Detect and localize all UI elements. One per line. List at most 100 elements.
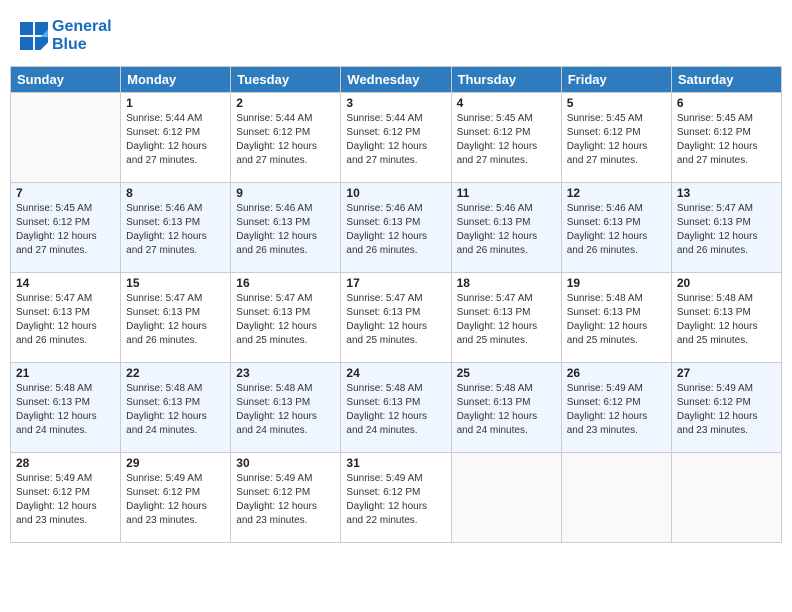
day-info: Sunrise: 5:46 AM Sunset: 6:13 PM Dayligh… xyxy=(567,202,666,258)
calendar-day-cell: 24 Sunrise: 5:48 AM Sunset: 6:13 PM Dayli… xyxy=(341,363,451,453)
calendar-day-cell: 2 Sunrise: 5:44 AM Sunset: 6:12 PM Daylig… xyxy=(231,93,341,183)
calendar-week-row: 21 Sunrise: 5:48 AM Sunset: 6:13 PM Dayli… xyxy=(11,363,782,453)
calendar-week-row: 28 Sunrise: 5:49 AM Sunset: 6:12 PM Dayli… xyxy=(11,453,782,543)
calendar-week-row: 14 Sunrise: 5:47 AM Sunset: 6:13 PM Dayli… xyxy=(11,273,782,363)
calendar-day-cell: 25 Sunrise: 5:48 AM Sunset: 6:13 PM Dayli… xyxy=(451,363,561,453)
calendar-day-cell: 12 Sunrise: 5:46 AM Sunset: 6:13 PM Dayli… xyxy=(561,183,671,273)
calendar-day-cell: 14 Sunrise: 5:47 AM Sunset: 6:13 PM Dayli… xyxy=(11,273,121,363)
day-info: Sunrise: 5:46 AM Sunset: 6:13 PM Dayligh… xyxy=(236,202,335,258)
day-info: Sunrise: 5:45 AM Sunset: 6:12 PM Dayligh… xyxy=(677,112,776,168)
day-number: 12 xyxy=(567,186,666,200)
day-number: 10 xyxy=(346,186,445,200)
day-number: 26 xyxy=(567,366,666,380)
calendar-day-cell: 18 Sunrise: 5:47 AM Sunset: 6:13 PM Dayli… xyxy=(451,273,561,363)
logo: General Blue xyxy=(20,18,112,54)
calendar-day-cell: 10 Sunrise: 5:46 AM Sunset: 6:13 PM Dayli… xyxy=(341,183,451,273)
calendar-day-cell: 4 Sunrise: 5:45 AM Sunset: 6:12 PM Daylig… xyxy=(451,93,561,183)
calendar-day-cell xyxy=(671,453,781,543)
day-info: Sunrise: 5:44 AM Sunset: 6:12 PM Dayligh… xyxy=(236,112,335,168)
calendar-day-cell: 30 Sunrise: 5:49 AM Sunset: 6:12 PM Dayli… xyxy=(231,453,341,543)
day-info: Sunrise: 5:48 AM Sunset: 6:13 PM Dayligh… xyxy=(457,382,556,438)
calendar-day-cell: 26Sunrise: 5:49 AM Sunset: 6:12 PM Dayli… xyxy=(561,363,671,453)
calendar-day-cell: 29 Sunrise: 5:49 AM Sunset: 6:12 PM Dayli… xyxy=(121,453,231,543)
day-number: 22 xyxy=(126,366,225,380)
day-info: Sunrise: 5:47 AM Sunset: 6:13 PM Dayligh… xyxy=(677,202,776,258)
day-info: Sunrise: 5:44 AM Sunset: 6:12 PM Dayligh… xyxy=(346,112,445,168)
logo-text: General Blue xyxy=(52,18,112,54)
day-number: 31 xyxy=(346,456,445,470)
day-number: 8 xyxy=(126,186,225,200)
calendar-day-cell: 27Sunrise: 5:49 AM Sunset: 6:12 PM Dayli… xyxy=(671,363,781,453)
day-number: 21 xyxy=(16,366,115,380)
calendar-day-cell: 9Sunrise: 5:46 AM Sunset: 6:13 PM Daylig… xyxy=(231,183,341,273)
weekday-header-wednesday: Wednesday xyxy=(341,67,451,93)
calendar-day-cell: 20 Sunrise: 5:48 AM Sunset: 6:13 PM Dayli… xyxy=(671,273,781,363)
calendar-day-cell: 13Sunrise: 5:47 AM Sunset: 6:13 PM Dayli… xyxy=(671,183,781,273)
day-number: 3 xyxy=(346,96,445,110)
calendar-day-cell: 1Sunrise: 5:44 AM Sunset: 6:12 PM Daylig… xyxy=(121,93,231,183)
weekday-header-monday: Monday xyxy=(121,67,231,93)
day-info: Sunrise: 5:47 AM Sunset: 6:13 PM Dayligh… xyxy=(457,292,556,348)
day-number: 4 xyxy=(457,96,556,110)
day-number: 2 xyxy=(236,96,335,110)
day-info: Sunrise: 5:48 AM Sunset: 6:13 PM Dayligh… xyxy=(346,382,445,438)
day-info: Sunrise: 5:45 AM Sunset: 6:12 PM Dayligh… xyxy=(567,112,666,168)
day-info: Sunrise: 5:45 AM Sunset: 6:12 PM Dayligh… xyxy=(457,112,556,168)
day-number: 24 xyxy=(346,366,445,380)
calendar-subtitle xyxy=(10,58,782,66)
day-info: Sunrise: 5:47 AM Sunset: 6:13 PM Dayligh… xyxy=(126,292,225,348)
day-number: 19 xyxy=(567,276,666,290)
day-number: 16 xyxy=(236,276,335,290)
calendar-day-cell: 17Sunrise: 5:47 AM Sunset: 6:13 PM Dayli… xyxy=(341,273,451,363)
calendar-day-cell: 21 Sunrise: 5:48 AM Sunset: 6:13 PM Dayli… xyxy=(11,363,121,453)
day-number: 18 xyxy=(457,276,556,290)
day-info: Sunrise: 5:45 AM Sunset: 6:12 PM Dayligh… xyxy=(16,202,115,258)
calendar-week-row: 1 Sunrise: 5:44 AM Sunset: 6:12 PM Daylig… xyxy=(11,93,782,183)
day-number: 25 xyxy=(457,366,556,380)
calendar-day-cell: 15Sunrise: 5:47 AM Sunset: 6:13 PM Dayli… xyxy=(121,273,231,363)
day-info: Sunrise: 5:48 AM Sunset: 6:13 PM Dayligh… xyxy=(16,382,115,438)
calendar-day-cell: 31 Sunrise: 5:49 AM Sunset: 6:12 PM Dayli… xyxy=(341,453,451,543)
calendar-day-cell: 16Sunrise: 5:47 AM Sunset: 6:13 PM Dayli… xyxy=(231,273,341,363)
day-info: Sunrise: 5:49 AM Sunset: 6:12 PM Dayligh… xyxy=(16,472,115,528)
day-number: 6 xyxy=(677,96,776,110)
weekday-header-tuesday: Tuesday xyxy=(231,67,341,93)
calendar-day-cell: 8 Sunrise: 5:46 AM Sunset: 6:13 PM Daylig… xyxy=(121,183,231,273)
day-info: Sunrise: 5:49 AM Sunset: 6:12 PM Dayligh… xyxy=(346,472,445,528)
day-number: 14 xyxy=(16,276,115,290)
day-number: 5 xyxy=(567,96,666,110)
day-info: Sunrise: 5:46 AM Sunset: 6:13 PM Dayligh… xyxy=(346,202,445,258)
calendar-day-cell: 19Sunrise: 5:48 AM Sunset: 6:13 PM Dayli… xyxy=(561,273,671,363)
day-number: 20 xyxy=(677,276,776,290)
weekday-header-row: SundayMondayTuesdayWednesdayThursdayFrid… xyxy=(11,67,782,93)
calendar-day-cell: 5 Sunrise: 5:45 AM Sunset: 6:12 PM Daylig… xyxy=(561,93,671,183)
day-info: Sunrise: 5:46 AM Sunset: 6:13 PM Dayligh… xyxy=(126,202,225,258)
day-number: 11 xyxy=(457,186,556,200)
calendar-day-cell: 28 Sunrise: 5:49 AM Sunset: 6:12 PM Dayli… xyxy=(11,453,121,543)
weekday-header-saturday: Saturday xyxy=(671,67,781,93)
calendar-week-row: 7 Sunrise: 5:45 AM Sunset: 6:12 PM Daylig… xyxy=(11,183,782,273)
day-number: 29 xyxy=(126,456,225,470)
calendar-day-cell xyxy=(561,453,671,543)
page-header: General Blue xyxy=(10,10,782,58)
calendar-day-cell: 22 Sunrise: 5:48 AM Sunset: 6:13 PM Dayli… xyxy=(121,363,231,453)
logo-icon xyxy=(20,22,48,50)
day-number: 1 xyxy=(126,96,225,110)
day-number: 7 xyxy=(16,186,115,200)
weekday-header-friday: Friday xyxy=(561,67,671,93)
day-info: Sunrise: 5:48 AM Sunset: 6:13 PM Dayligh… xyxy=(126,382,225,438)
day-info: Sunrise: 5:47 AM Sunset: 6:13 PM Dayligh… xyxy=(346,292,445,348)
day-number: 30 xyxy=(236,456,335,470)
calendar-day-cell: 3 Sunrise: 5:44 AM Sunset: 6:12 PM Daylig… xyxy=(341,93,451,183)
day-info: Sunrise: 5:47 AM Sunset: 6:13 PM Dayligh… xyxy=(16,292,115,348)
day-number: 28 xyxy=(16,456,115,470)
calendar-day-cell xyxy=(11,93,121,183)
weekday-header-thursday: Thursday xyxy=(451,67,561,93)
calendar-day-cell: 7 Sunrise: 5:45 AM Sunset: 6:12 PM Daylig… xyxy=(11,183,121,273)
day-info: Sunrise: 5:49 AM Sunset: 6:12 PM Dayligh… xyxy=(236,472,335,528)
day-info: Sunrise: 5:48 AM Sunset: 6:13 PM Dayligh… xyxy=(677,292,776,348)
calendar-day-cell: 11 Sunrise: 5:46 AM Sunset: 6:13 PM Dayli… xyxy=(451,183,561,273)
day-info: Sunrise: 5:46 AM Sunset: 6:13 PM Dayligh… xyxy=(457,202,556,258)
day-info: Sunrise: 5:48 AM Sunset: 6:13 PM Dayligh… xyxy=(236,382,335,438)
day-info: Sunrise: 5:49 AM Sunset: 6:12 PM Dayligh… xyxy=(126,472,225,528)
